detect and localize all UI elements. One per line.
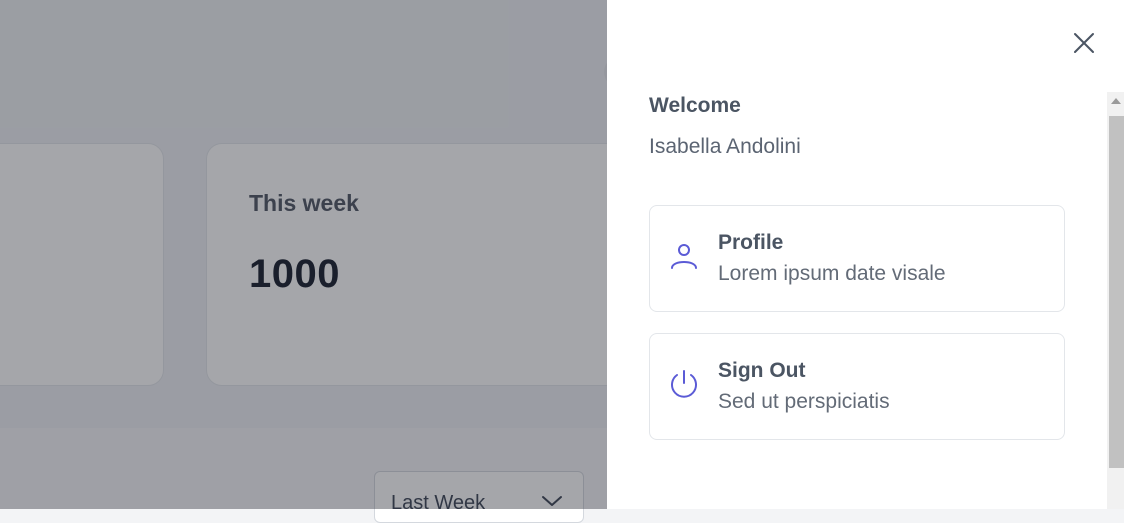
power-icon [671,370,697,398]
close-icon[interactable] [1071,30,1097,56]
user-name: Isabella Andolini [649,135,801,158]
sign-out-menu-item[interactable]: Sign Out Sed ut perspiciatis [649,333,1065,440]
scroll-up-arrow-icon[interactable] [1111,98,1121,104]
profile-title: Profile [718,231,784,254]
user-icon [671,244,697,269]
scrollbar-thumb[interactable] [1109,116,1124,468]
profile-menu-item[interactable]: Profile Lorem ipsum date visale [649,205,1065,312]
drawer-scrollbar[interactable] [1107,92,1124,509]
sign-out-title: Sign Out [718,359,806,382]
sign-out-subtitle: Sed ut perspiciatis [718,390,890,413]
profile-subtitle: Lorem ipsum date visale [718,262,946,285]
user-drawer: Welcome Isabella Andolini Profile Lorem … [607,0,1124,509]
welcome-heading: Welcome [649,94,741,117]
